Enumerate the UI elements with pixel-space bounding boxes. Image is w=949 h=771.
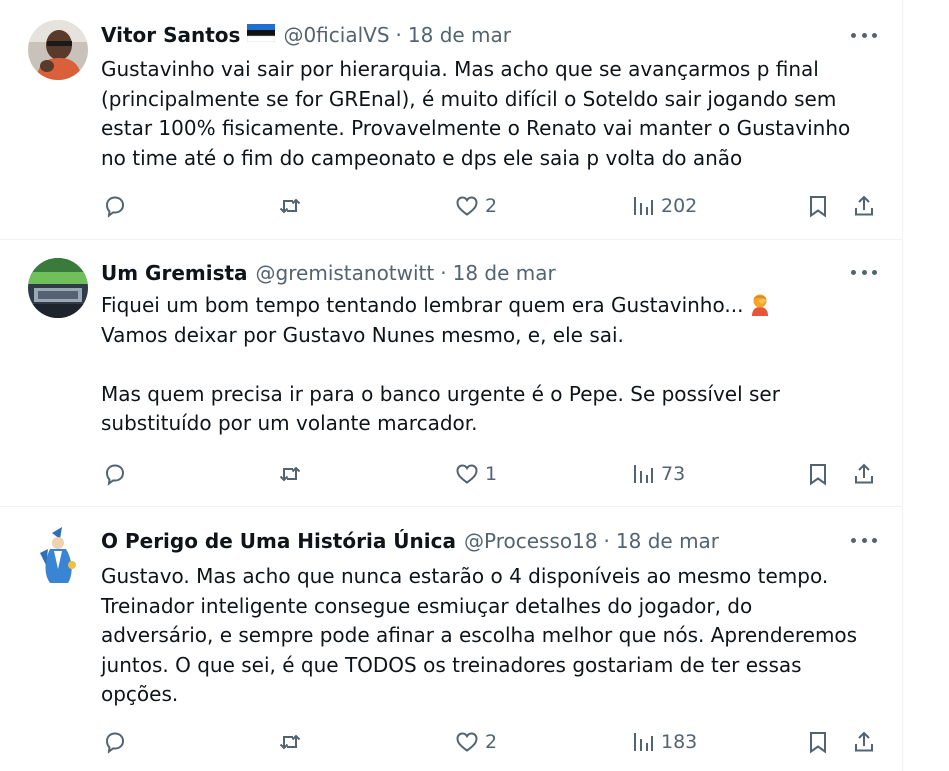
tweet-text-fragment: Fiquei um bom tempo tentando lembrar que… — [101, 293, 744, 317]
avatar[interactable] — [28, 258, 88, 318]
like-count: 2 — [485, 195, 498, 217]
tweet-text-line: Fiquei um bom tempo tentando lembrar que… — [101, 291, 871, 321]
reply-button[interactable] — [103, 459, 127, 489]
tweet-header: Um Gremista @gremistanotwitt · 18 de mar — [101, 259, 843, 287]
like-count: 1 — [485, 463, 498, 485]
tweet-text-line: juntos. O que sei, é que TODOS os treina… — [101, 652, 802, 677]
tweet[interactable]: O Perigo de Uma História Única @Processo… — [0, 507, 903, 771]
woman-facepalming-emoji-icon — [749, 292, 771, 316]
views-icon — [634, 197, 653, 215]
tweet-text: Gustavinho vai sair por hierarquia. Mas … — [101, 55, 871, 173]
tweet-header: O Perigo de Uma História Única @Processo… — [101, 527, 843, 555]
tweet-text-line: (principalmente se for GREnal), é muito … — [101, 86, 837, 111]
like-button[interactable]: 2 — [455, 727, 497, 757]
avatar[interactable] — [28, 525, 88, 585]
views-button[interactable]: 202 — [631, 191, 697, 221]
avatar[interactable] — [28, 20, 88, 80]
views-icon — [634, 465, 653, 483]
display-name[interactable]: O Perigo de Uma História Única — [101, 529, 456, 553]
tweet[interactable]: Um Gremista @gremistanotwitt · 18 de mar… — [0, 240, 903, 507]
reply-feed: Vitor Santos @0ficialVS · 18 de mar Gust… — [0, 0, 903, 771]
more-icon[interactable] — [851, 530, 877, 550]
bookmark-icon — [810, 464, 826, 486]
tweet-date[interactable]: 18 de mar — [408, 23, 511, 47]
reply-button[interactable] — [103, 727, 127, 757]
heart-icon — [456, 196, 478, 216]
bookmark-button[interactable] — [806, 191, 830, 221]
bookmark-button[interactable] — [806, 727, 830, 757]
reply-icon — [105, 196, 125, 218]
tweet-date[interactable]: 18 de mar — [453, 261, 556, 285]
tweet-actions: 2 202 — [0, 191, 903, 221]
retweet-button[interactable] — [278, 459, 302, 489]
view-count: 202 — [661, 195, 698, 217]
tweet-text: Fiquei um bom tempo tentando lembrar que… — [101, 291, 871, 439]
retweet-icon — [279, 466, 301, 482]
retweet-button[interactable] — [278, 191, 302, 221]
display-name[interactable]: Vitor Santos — [101, 23, 240, 47]
share-button[interactable] — [852, 727, 876, 757]
share-button[interactable] — [852, 191, 876, 221]
tweet-text-line: opções. — [101, 682, 179, 706]
user-handle[interactable]: @gremistanotwitt — [256, 261, 435, 285]
tweet-actions: 2 183 — [0, 727, 903, 757]
tweet[interactable]: Vitor Santos @0ficialVS · 18 de mar Gust… — [0, 0, 903, 240]
reply-button[interactable] — [103, 191, 127, 221]
retweet-icon — [279, 198, 301, 214]
bookmark-icon — [810, 196, 826, 218]
more-icon[interactable] — [851, 262, 877, 282]
reply-icon — [105, 732, 125, 754]
bookmark-icon — [810, 732, 826, 754]
tweet-text-line: Vamos deixar por Gustavo Nunes mesmo, e,… — [101, 322, 624, 347]
tweet-header: Vitor Santos @0ficialVS · 18 de mar — [101, 21, 843, 49]
tweet-text-line: Mas quem precisa ir para o banco urgente… — [101, 381, 780, 406]
tweet-text-line: substituído por um volante marcador. — [101, 411, 478, 435]
tweet-text-line: no time até o fim do campeonato e dps el… — [101, 145, 743, 170]
view-count: 183 — [661, 731, 698, 753]
views-icon — [634, 733, 653, 751]
separator-dot: · — [603, 529, 610, 553]
tweet-text-line: Gustavo. Mas acho que nunca estarão o 4 … — [101, 564, 829, 588]
tweet-text-line: estar 100% fisicamente. Provavelmente o … — [101, 116, 851, 140]
reply-icon — [105, 464, 125, 486]
like-button[interactable]: 1 — [455, 459, 497, 489]
tweet-text-line: Gustavinho vai sair por hierarquia. Mas … — [101, 57, 819, 81]
user-handle[interactable]: @0ficialVS — [283, 23, 389, 47]
share-icon — [855, 463, 873, 484]
retweet-button[interactable] — [278, 727, 302, 757]
tweet-text-line: adversário, e sempre pode afinar a escol… — [101, 623, 858, 647]
share-button[interactable] — [852, 459, 876, 489]
retweet-icon — [279, 734, 301, 750]
views-button[interactable]: 183 — [631, 727, 697, 757]
tweet-text: Gustavo. Mas acho que nunca estarão o 4 … — [101, 562, 871, 710]
tweet-date[interactable]: 18 de mar — [616, 529, 719, 553]
view-count: 73 — [661, 463, 686, 485]
like-button[interactable]: 2 — [455, 191, 497, 221]
share-icon — [855, 731, 873, 752]
tweet-actions: 1 73 — [0, 459, 903, 489]
share-icon — [855, 195, 873, 216]
estonia-flag-icon — [247, 23, 276, 47]
more-icon[interactable] — [851, 25, 877, 45]
heart-icon — [456, 732, 478, 752]
separator-dot: · — [440, 261, 447, 285]
separator-dot: · — [395, 23, 402, 47]
tweet-text-line: Treinador inteligente consegue esmiuçar … — [101, 593, 753, 618]
views-button[interactable]: 73 — [631, 459, 685, 489]
heart-icon — [456, 464, 478, 484]
bookmark-button[interactable] — [806, 459, 830, 489]
display-name[interactable]: Um Gremista — [101, 261, 248, 285]
like-count: 2 — [485, 731, 498, 753]
user-handle[interactable]: @Processo18 — [464, 529, 598, 553]
